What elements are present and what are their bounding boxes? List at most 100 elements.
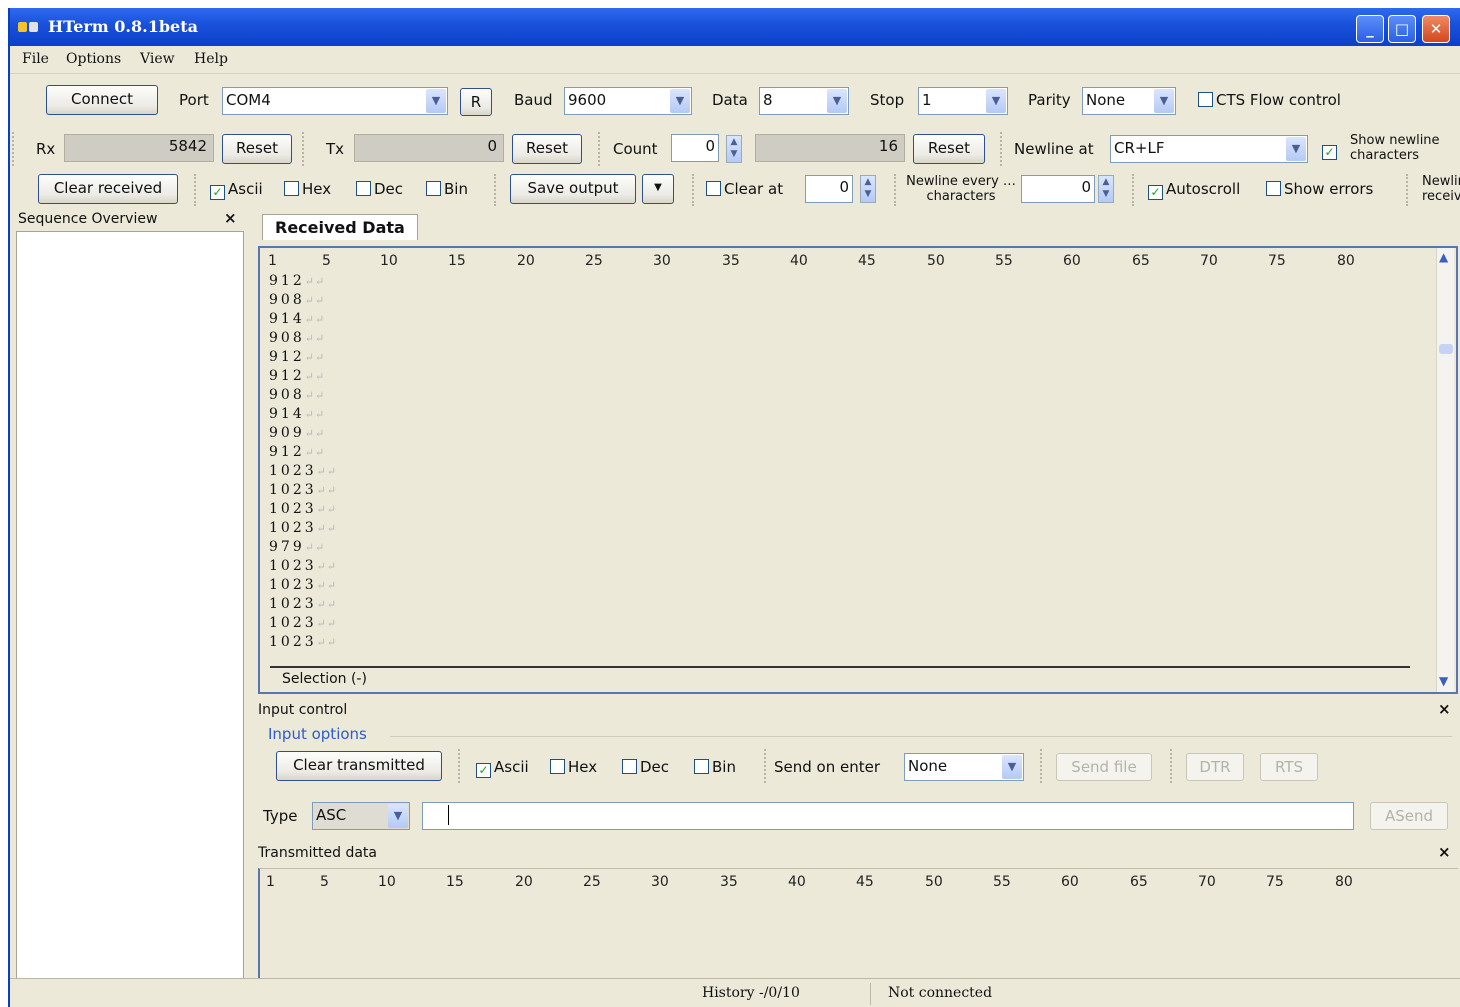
- received-line: 908↵↵: [269, 329, 325, 348]
- save-output-dropdown[interactable]: ▼: [642, 174, 674, 204]
- received-line: 914↵↵: [269, 310, 325, 329]
- tab-received-data[interactable]: Received Data: [262, 214, 418, 240]
- sequence-close-icon[interactable]: ×: [224, 209, 237, 227]
- newline-marker-icon: ↵↵: [304, 351, 326, 364]
- save-output-button[interactable]: Save output: [510, 174, 636, 204]
- newline-every-input[interactable]: 0: [1021, 175, 1095, 203]
- clear-received-button[interactable]: Clear received: [38, 174, 178, 204]
- minimize-button[interactable]: _: [1356, 15, 1384, 43]
- received-line: 908↵↵: [269, 291, 325, 310]
- scroll-thumb[interactable]: [1439, 344, 1453, 354]
- rx-bin-checkbox[interactable]: Bin: [426, 179, 468, 199]
- maximize-button[interactable]: □: [1388, 15, 1416, 43]
- chevron-down-icon: ▼: [1002, 755, 1022, 779]
- cts-flow-checkbox[interactable]: CTS Flow control: [1198, 90, 1341, 110]
- tx-bin-checkbox[interactable]: Bin: [694, 757, 736, 777]
- received-line: 914↵↵: [269, 405, 325, 424]
- ruler-tick: 35: [722, 253, 740, 269]
- rx-bin-label: Bin: [444, 180, 468, 198]
- connect-button[interactable]: Connect: [46, 85, 158, 115]
- checkbox-box: [706, 181, 721, 196]
- clear-at-label: Clear at: [724, 180, 784, 198]
- tx-hex-checkbox[interactable]: Hex: [550, 757, 597, 777]
- menu-file[interactable]: File: [22, 51, 49, 67]
- newline-marker-icon: ↵↵: [304, 446, 326, 459]
- send-on-enter-value: None: [908, 757, 948, 775]
- newline-marker-icon: ↵↵: [316, 484, 338, 497]
- tx-dec-checkbox[interactable]: Dec: [622, 757, 669, 777]
- clear-at-input[interactable]: 0: [805, 175, 853, 203]
- checkbox-box: [284, 181, 299, 196]
- menu-bar: File Options View Help: [10, 46, 1460, 74]
- rx-dec-label: Dec: [374, 180, 404, 198]
- received-line-value: 912: [269, 444, 305, 460]
- rx-reset-button[interactable]: Reset: [222, 134, 292, 164]
- checkbox-box: [1198, 92, 1213, 107]
- port-label: Port: [179, 91, 209, 109]
- newline-marker-icon: ↵↵: [316, 465, 338, 478]
- rx-hex-checkbox[interactable]: Hex: [284, 179, 331, 199]
- scroll-down-icon[interactable]: ▼: [1439, 674, 1448, 688]
- tx-ascii-checkbox[interactable]: ✓ Ascii: [476, 757, 529, 778]
- newline-select[interactable]: CR+LF ▼: [1110, 135, 1308, 163]
- count-spinner[interactable]: ▲ ▼: [726, 135, 742, 163]
- refresh-ports-button[interactable]: R: [460, 88, 492, 116]
- send-file-button[interactable]: Send file: [1056, 753, 1152, 781]
- count-input[interactable]: 0: [671, 134, 719, 162]
- show-newline-checkbox[interactable]: ✓: [1322, 139, 1340, 160]
- ruler-tick: 20: [515, 874, 533, 890]
- parity-select[interactable]: None ▼: [1082, 87, 1176, 115]
- input-control-close-icon[interactable]: ×: [1438, 700, 1451, 718]
- received-line-value: 1023: [269, 634, 317, 650]
- baud-select[interactable]: 9600 ▼: [564, 87, 692, 115]
- data-bits-select[interactable]: 8 ▼: [759, 87, 849, 115]
- rx-dec-checkbox[interactable]: Dec: [356, 179, 403, 199]
- menu-options[interactable]: Options: [66, 51, 121, 67]
- scroll-up-icon[interactable]: ▲: [1439, 250, 1448, 264]
- menu-help[interactable]: Help: [194, 51, 228, 67]
- history-status: History -/0/10: [702, 985, 800, 1001]
- dtr-button[interactable]: DTR: [1186, 753, 1244, 781]
- show-errors-checkbox[interactable]: Show errors: [1266, 179, 1373, 199]
- received-line: 1023↵↵: [269, 595, 337, 614]
- type-select[interactable]: ASC ▼: [312, 802, 410, 830]
- count-reset-button[interactable]: Reset: [913, 134, 985, 164]
- received-data-view[interactable]: 1 5 10 15 20 25 30 35 40 45 50 55 60 65 …: [258, 246, 1458, 694]
- newline-marker-icon: ↵↵: [304, 332, 326, 345]
- rts-button[interactable]: RTS: [1260, 753, 1318, 781]
- send-on-enter-select[interactable]: None ▼: [904, 753, 1024, 781]
- clear-at-checkbox[interactable]: Clear at: [706, 179, 783, 199]
- checkbox-box: ✓: [1322, 145, 1337, 160]
- input-options-label: Input options: [268, 725, 367, 743]
- port-select[interactable]: COM4 ▼: [222, 87, 448, 115]
- toolbar-separator: [1132, 174, 1134, 206]
- ruler-tick: 20: [517, 253, 535, 269]
- clear-transmitted-button[interactable]: Clear transmitted: [276, 751, 442, 781]
- tx-reset-button[interactable]: Reset: [512, 134, 582, 164]
- newline-marker-icon: ↵↵: [304, 389, 326, 402]
- autoscroll-checkbox[interactable]: ✓ Autoscroll: [1148, 179, 1240, 200]
- received-scrollbar[interactable]: ▲ ▼: [1436, 248, 1454, 692]
- menu-view[interactable]: View: [140, 51, 175, 67]
- chevron-down-icon: ▼: [388, 804, 408, 828]
- newline-marker-icon: ↵↵: [316, 503, 338, 516]
- close-button[interactable]: ✕: [1422, 15, 1450, 43]
- data-label: Data: [712, 91, 748, 109]
- newline-every-spinner[interactable]: ▲ ▼: [1098, 175, 1114, 203]
- status-bar: History -/0/10 Not connected: [10, 978, 1460, 1007]
- chevron-down-icon: ▼: [426, 89, 446, 113]
- toolbar-separator: [598, 132, 600, 166]
- newline-marker-icon: ↵↵: [304, 408, 326, 421]
- received-line-value: 908: [269, 387, 305, 403]
- received-ruler: 1 5 10 15 20 25 30 35 40 45 50 55 60 65 …: [268, 253, 1388, 271]
- stop-bits-select[interactable]: 1 ▼: [918, 87, 1008, 115]
- asend-button[interactable]: ASend: [1370, 802, 1448, 830]
- send-input[interactable]: [422, 802, 1354, 830]
- sequence-overview-title: Sequence Overview: [18, 211, 158, 227]
- transmitted-close-icon[interactable]: ×: [1438, 843, 1451, 861]
- rx-ascii-checkbox[interactable]: ✓ Ascii: [210, 179, 263, 200]
- transmitted-data-view[interactable]: 1 5 10 15 20 25 30 35 40 45 50 55 60 65 …: [258, 868, 1458, 978]
- data-bits-value: 8: [763, 91, 773, 109]
- clear-at-spinner[interactable]: ▲ ▼: [860, 175, 876, 203]
- ruler-tick: 15: [448, 253, 466, 269]
